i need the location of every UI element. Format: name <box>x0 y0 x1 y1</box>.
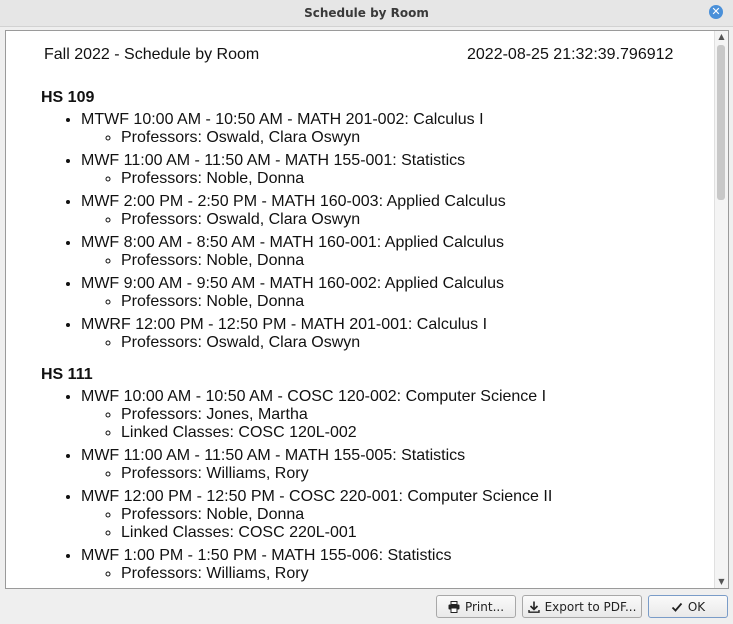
report-viewer[interactable]: Fall 2022 - Schedule by Room 2022-08-25 … <box>5 30 729 589</box>
room-heading: HS 109 <box>41 89 95 106</box>
report-content: Fall 2022 - Schedule by Room 2022-08-25 … <box>6 31 714 588</box>
class-list: MWF 10:00 AM - 10:50 AM - COSC 120-002: … <box>41 388 701 583</box>
class-detail: Professors: Williams, Rory <box>121 465 701 483</box>
ok-button[interactable]: OK <box>648 595 728 618</box>
title-bar: Schedule by Room ✕ <box>0 0 733 27</box>
class-item: MWF 8:00 AM - 8:50 AM - MATH 160-001: Ap… <box>81 234 701 270</box>
class-detail: Professors: Oswald, Clara Oswyn <box>121 334 701 352</box>
window-title: Schedule by Room <box>304 6 429 20</box>
class-detail: Professors: Noble, Donna <box>121 293 701 311</box>
ok-button-label: OK <box>687 599 706 614</box>
check-icon <box>671 602 683 612</box>
print-button[interactable]: Print... <box>436 595 516 618</box>
download-icon <box>527 601 540 613</box>
class-details: Professors: Jones, MarthaLinked Classes:… <box>81 406 701 442</box>
class-details: Professors: Noble, Donna <box>81 170 701 188</box>
class-detail: Linked Classes: COSC 120L-002 <box>121 424 701 442</box>
class-detail: Professors: Oswald, Clara Oswyn <box>121 211 701 229</box>
class-title: MWF 10:00 AM - 10:50 AM - COSC 120-002: … <box>81 388 547 405</box>
scrollbar-thumb[interactable] <box>717 45 725 200</box>
class-details: Professors: Noble, Donna <box>81 252 701 270</box>
class-details: Professors: Williams, Rory <box>81 465 701 483</box>
report-timestamp: 2022-08-25 21:32:39.796912 <box>467 46 674 63</box>
class-detail: Professors: Williams, Rory <box>121 565 701 583</box>
class-detail: Linked Classes: COSC 220L-001 <box>121 524 701 542</box>
class-details: Professors: Williams, Rory <box>81 565 701 583</box>
class-detail: Professors: Jones, Martha <box>121 406 701 424</box>
class-details: Professors: Oswald, Clara Oswyn <box>81 211 701 229</box>
class-item: MWF 2:00 PM - 2:50 PM - MATH 160-003: Ap… <box>81 193 701 229</box>
class-title: MWF 1:00 PM - 1:50 PM - MATH 155-006: St… <box>81 547 452 564</box>
class-details: Professors: Noble, Donna <box>81 293 701 311</box>
vertical-scrollbar[interactable]: ▲ ▼ <box>714 31 728 588</box>
class-detail: Professors: Noble, Donna <box>121 252 701 270</box>
class-title: MWF 2:00 PM - 2:50 PM - MATH 160-003: Ap… <box>81 193 506 210</box>
printer-icon <box>448 600 460 613</box>
class-detail: Professors: Noble, Donna <box>121 170 701 188</box>
class-title: MWF 8:00 AM - 8:50 AM - MATH 160-001: Ap… <box>81 234 504 251</box>
class-item: MTWF 10:00 AM - 10:50 AM - MATH 201-002:… <box>81 111 701 147</box>
class-details: Professors: Oswald, Clara Oswyn <box>81 334 701 352</box>
class-details: Professors: Oswald, Clara Oswyn <box>81 129 701 147</box>
report-title: Fall 2022 - Schedule by Room <box>44 46 260 63</box>
scroll-down-icon[interactable]: ▼ <box>715 576 728 588</box>
class-title: MTWF 10:00 AM - 10:50 AM - MATH 201-002:… <box>81 111 484 128</box>
print-button-label: Print... <box>464 599 505 614</box>
class-item: MWF 11:00 AM - 11:50 AM - MATH 155-005: … <box>81 447 701 483</box>
class-title: MWF 12:00 PM - 12:50 PM - COSC 220-001: … <box>81 488 553 505</box>
scroll-up-icon[interactable]: ▲ <box>715 31 728 43</box>
class-title: MWF 11:00 AM - 11:50 AM - MATH 155-001: … <box>81 152 466 169</box>
class-detail: Professors: Oswald, Clara Oswyn <box>121 129 701 147</box>
class-item: MWF 10:00 AM - 10:50 AM - COSC 120-002: … <box>81 388 701 442</box>
export-pdf-button[interactable]: Export to PDF... <box>522 595 642 618</box>
class-title: MWF 11:00 AM - 11:50 AM - MATH 155-005: … <box>81 447 466 464</box>
class-title: MWF 9:00 AM - 9:50 AM - MATH 160-002: Ap… <box>81 275 504 292</box>
class-item: MWF 12:00 PM - 12:50 PM - COSC 220-001: … <box>81 488 701 542</box>
class-item: MWRF 12:00 PM - 12:50 PM - MATH 201-001:… <box>81 316 701 352</box>
class-list: MTWF 10:00 AM - 10:50 AM - MATH 201-002:… <box>41 111 701 352</box>
room-heading: HS 111 <box>41 366 93 383</box>
room-sections: HS 109 MTWF 10:00 AM - 10:50 AM - MATH 20… <box>41 89 701 588</box>
export-button-label: Export to PDF... <box>544 599 637 614</box>
class-item: MWF 11:00 AM - 11:50 AM - MATH 155-001: … <box>81 152 701 188</box>
close-icon[interactable]: ✕ <box>709 5 723 19</box>
class-title: MWRF 12:00 PM - 12:50 PM - MATH 201-001:… <box>81 316 488 333</box>
class-item: MWF 9:00 AM - 9:50 AM - MATH 160-002: Ap… <box>81 275 701 311</box>
class-details: Professors: Noble, DonnaLinked Classes: … <box>81 506 701 542</box>
class-detail: Professors: Noble, Donna <box>121 506 701 524</box>
class-item: MWF 1:00 PM - 1:50 PM - MATH 155-006: St… <box>81 547 701 583</box>
